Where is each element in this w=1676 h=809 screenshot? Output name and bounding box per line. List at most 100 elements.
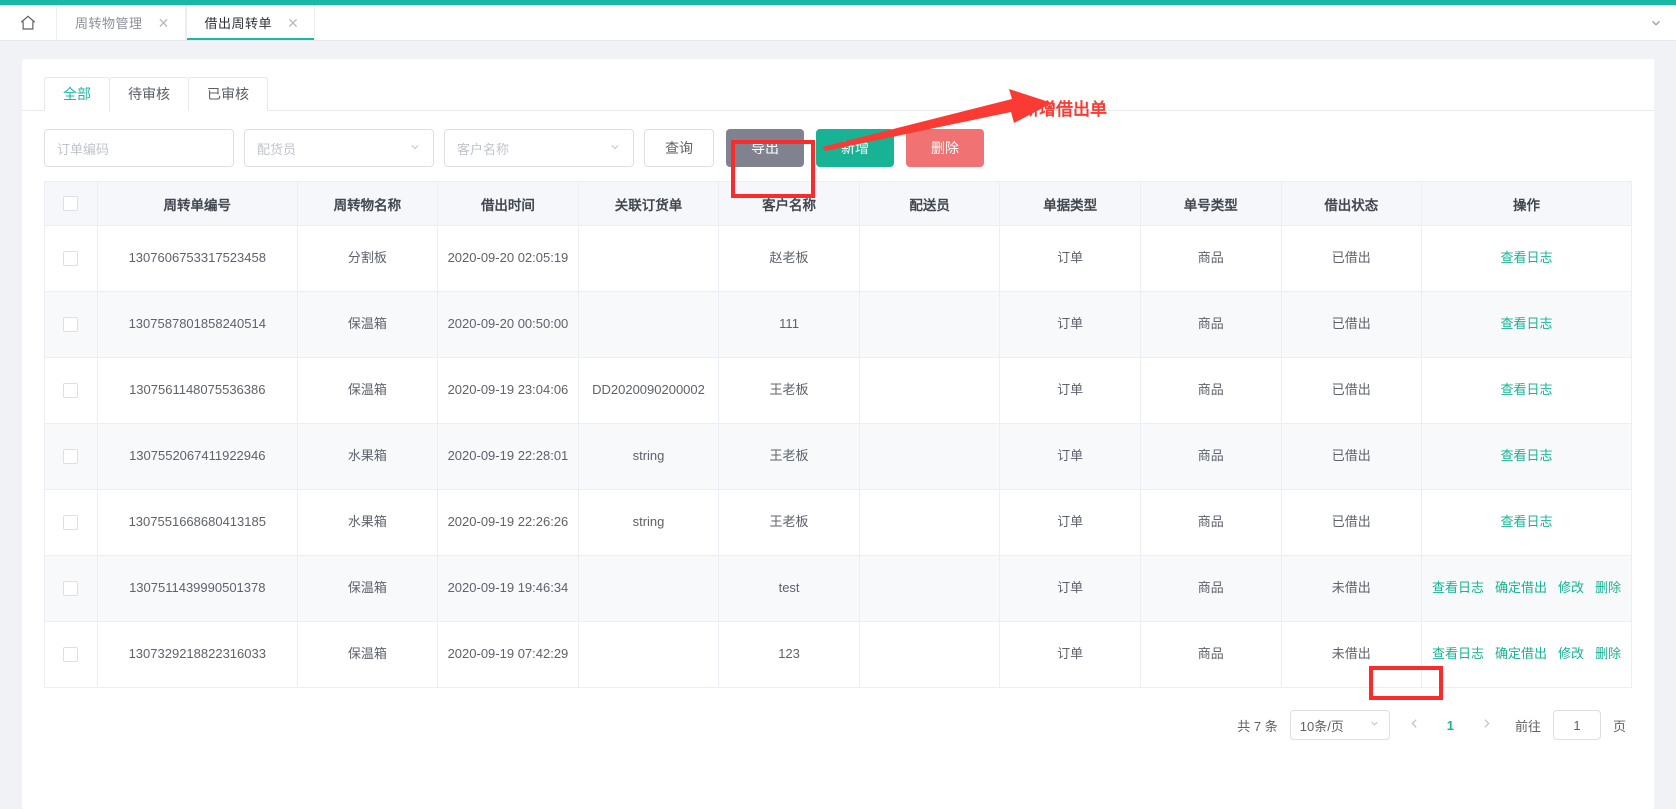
cell-code: 1307552067411922946 [97,423,298,490]
row-checkbox[interactable] [63,449,79,465]
query-button[interactable]: 查询 [644,129,714,167]
tab-label: 借出周转单 [204,16,273,31]
chevron-down-icon[interactable] [1636,5,1676,40]
cell-operation: 查看日志 [1421,489,1632,556]
table-row: 1307511439990501378 保温箱 2020-09-19 19:46:3… [44,555,1632,622]
cell-deliverer [859,555,1001,622]
cell-code: 1307587801858240514 [97,291,298,358]
cell-status: 已借出 [1281,423,1423,490]
row-select-cell [44,621,98,688]
order-code-placeholder: 订单编码 [57,141,110,157]
page-body: 全部 待审核 已审核 订单编码 配货员 客户名称 查询 导出 新增 删除 周转单… [0,41,1676,809]
table-row: 1307587801858240514 保温箱 2020-09-20 00:50:0… [44,291,1632,358]
cell-code: 1307551668680413185 [97,489,298,556]
op-link[interactable]: 删除 [1595,578,1621,598]
cell-deliverer [859,357,1001,424]
home-icon[interactable] [0,5,56,40]
filter-tab-all[interactable]: 全部 [44,77,110,111]
cell-no-type: 商品 [1140,621,1282,688]
cell-goods: 保温箱 [297,357,439,424]
cell-time: 2020-09-19 22:28:01 [437,423,579,490]
cell-operation: 查看日志 [1421,225,1632,292]
op-link[interactable]: 查看日志 [1432,644,1484,664]
cell-goods: 水果箱 [297,423,439,490]
cell-doc-type: 订单 [999,621,1141,688]
operation-links: 查看日志 [1428,380,1625,400]
close-icon[interactable]: ✕ [286,16,300,30]
cell-goods: 水果箱 [297,489,439,556]
op-link[interactable]: 查看日志 [1501,512,1553,532]
operation-links: 查看日志 [1428,512,1625,532]
prev-page-icon[interactable] [1402,717,1427,734]
cell-status: 未借出 [1281,621,1423,688]
page-size-select[interactable]: 10条/页 [1289,710,1390,740]
select-all-checkbox[interactable] [63,196,79,212]
filter-tab-pending[interactable]: 待审核 [109,77,189,111]
operation-links: 查看日志 确定借出 修改 删除 [1428,644,1625,664]
picker-select[interactable]: 配货员 [244,129,434,167]
row-checkbox[interactable] [63,317,79,333]
jump-page-input[interactable]: 1 [1552,710,1601,740]
select-all-header [44,181,98,226]
order-code-input[interactable]: 订单编码 [44,129,234,167]
table-container: 周转单编号 周转物名称 借出时间 关联订货单 客户名称 配送员 单据类型 单号类… [22,181,1654,688]
op-link[interactable]: 确定借出 [1495,644,1547,664]
cell-deliverer [859,621,1001,688]
op-link[interactable]: 查看日志 [1501,446,1553,466]
tab-jiechu-zhouzhuandan[interactable]: 借出周转单 ✕ [185,5,316,40]
cell-deliverer [859,225,1001,292]
close-icon[interactable]: ✕ [157,16,171,30]
customer-select[interactable]: 客户名称 [444,129,634,167]
op-link[interactable]: 查看日志 [1501,380,1553,400]
total-count-label: 共 7 条 [1237,718,1278,734]
op-link[interactable]: 确定借出 [1495,578,1547,598]
filter-tab-reviewed[interactable]: 已审核 [188,77,268,111]
cell-goods: 保温箱 [297,555,439,622]
chevron-down-icon [609,141,621,156]
tab-label: 周转物管理 [75,16,143,31]
cell-deliverer [859,291,1001,358]
op-link[interactable]: 查看日志 [1501,314,1553,334]
turnover-table: 周转单编号 周转物名称 借出时间 关联订货单 客户名称 配送员 单据类型 单号类… [44,181,1632,688]
cell-related-order [578,621,720,688]
cell-status: 已借出 [1281,357,1423,424]
op-link[interactable]: 查看日志 [1501,248,1553,268]
cell-doc-type: 订单 [999,555,1141,622]
cell-customer: 123 [718,621,860,688]
row-checkbox[interactable] [63,251,79,267]
cell-related-order [578,225,720,292]
op-link[interactable]: 修改 [1558,644,1584,664]
export-button[interactable]: 导出 [726,129,804,167]
col-related-order: 关联订货单 [578,181,720,226]
cell-no-type: 商品 [1140,357,1282,424]
next-page-icon[interactable] [1474,717,1499,734]
col-goods: 周转物名称 [297,181,439,226]
op-link[interactable]: 删除 [1595,644,1621,664]
cell-deliverer [859,489,1001,556]
row-checkbox[interactable] [63,515,79,531]
picker-placeholder: 配货员 [257,141,297,157]
page-number-1[interactable]: 1 [1439,718,1462,733]
pagination: 共 7 条 10条/页 1 前往 1 页 [22,688,1654,740]
row-checkbox[interactable] [63,383,79,399]
operation-links: 查看日志 确定借出 修改 删除 [1428,578,1625,598]
cell-no-type: 商品 [1140,555,1282,622]
op-link[interactable]: 查看日志 [1432,578,1484,598]
op-link[interactable]: 修改 [1558,578,1584,598]
cell-no-type: 商品 [1140,423,1282,490]
row-checkbox[interactable] [63,581,79,597]
col-no-type: 单号类型 [1140,181,1282,226]
cell-code: 1307329218822316033 [97,621,298,688]
cell-customer: test [718,555,860,622]
cell-no-type: 商品 [1140,225,1282,292]
cell-goods: 保温箱 [297,291,439,358]
row-select-cell [44,357,98,424]
tab-zhouzhuanwu-guanli[interactable]: 周转物管理 ✕ [56,5,186,40]
cell-time: 2020-09-19 07:42:29 [437,621,579,688]
row-select-cell [44,291,98,358]
row-select-cell [44,555,98,622]
row-checkbox[interactable] [63,647,79,663]
cell-operation: 查看日志 [1421,423,1632,490]
cell-time: 2020-09-19 23:04:06 [437,357,579,424]
cell-operation: 查看日志 [1421,291,1632,358]
